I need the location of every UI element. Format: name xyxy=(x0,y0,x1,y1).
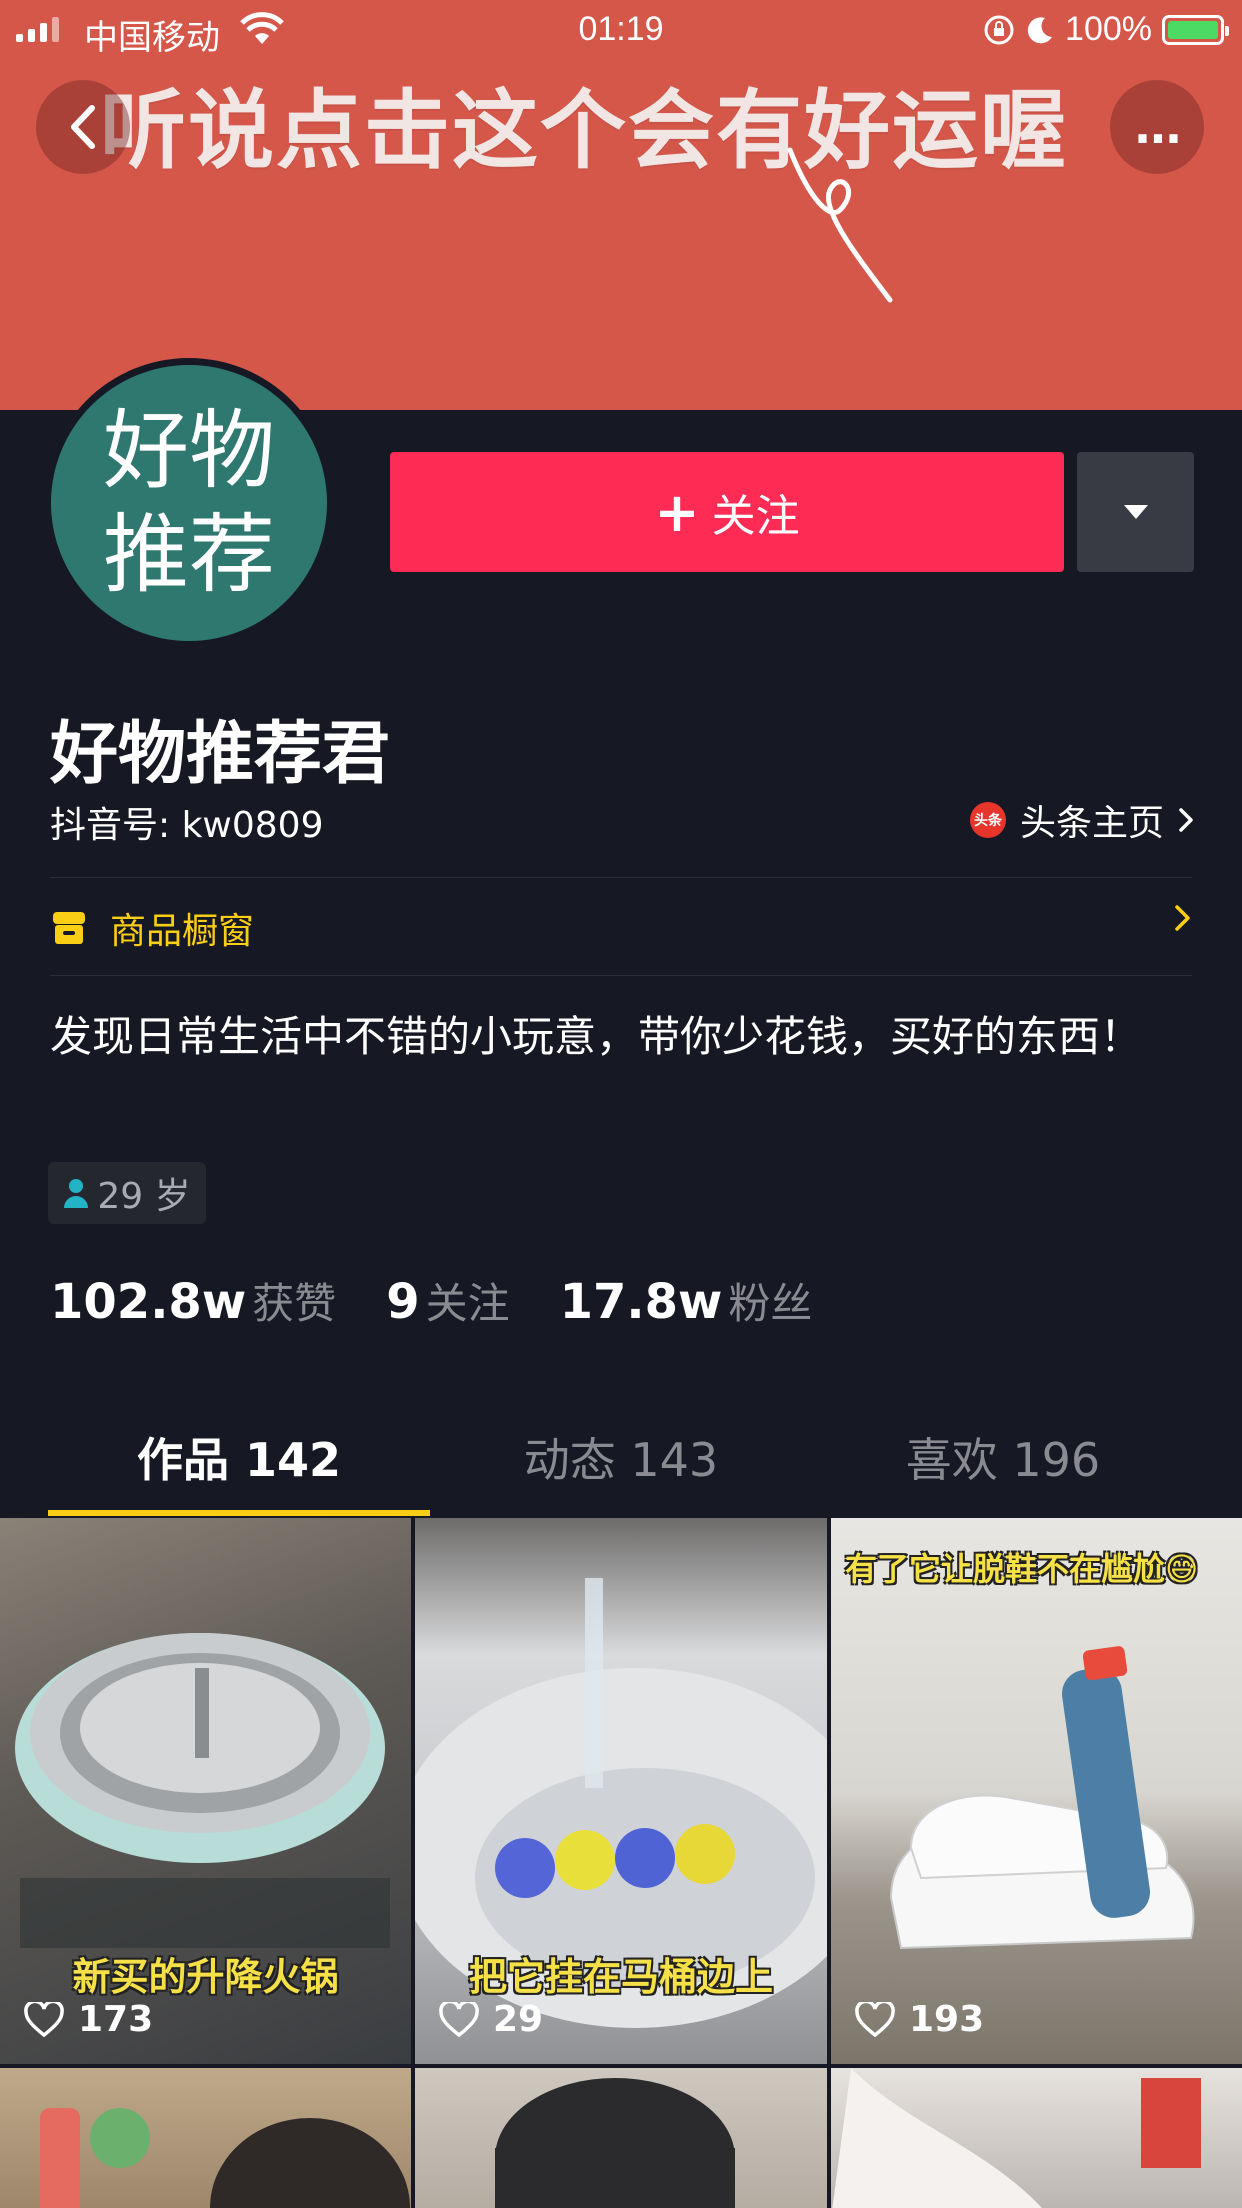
banner-arrow-doodle xyxy=(787,147,893,303)
douyin-id: 抖音号: kw0809 xyxy=(50,805,324,846)
triangle-down-icon xyxy=(1123,505,1148,519)
follow-button[interactable]: + 关注 xyxy=(390,452,1064,572)
video-thumbnail[interactable]: 新买的升降火锅 173 xyxy=(0,1518,411,2064)
heart-icon xyxy=(855,2001,895,2037)
stat-label: 获赞 xyxy=(252,1279,337,1328)
profile-banner[interactable]: 听说点击这个会有好运喔 xyxy=(0,0,1242,410)
heart-icon xyxy=(439,2001,479,2037)
back-button[interactable] xyxy=(36,80,130,174)
moon-icon xyxy=(1027,16,1053,43)
avatar[interactable]: 好物 推荐 xyxy=(44,358,334,648)
likes-count: 29 xyxy=(493,1999,544,2040)
stat-label: 关注 xyxy=(425,1279,510,1328)
video-thumbnail[interactable]: 有了它让脱鞋不在尴尬😅 193 xyxy=(831,1518,1242,2064)
divider xyxy=(50,975,1192,976)
chevron-right-icon xyxy=(1179,808,1193,832)
profile-stats: 102.8w 获赞 9 关注 17.8w 粉丝 xyxy=(50,1270,862,1331)
toutiao-homepage-link[interactable]: 头条 头条主页 xyxy=(969,794,1194,846)
profile-name: 好物推荐君 xyxy=(50,715,391,794)
stat-label: 粉丝 xyxy=(728,1279,813,1328)
profile-bio: 发现日常生活中不错的小玩意，带你少花钱，买好的东西！ xyxy=(50,1012,1143,1061)
rotation-lock-icon xyxy=(984,15,1014,44)
tab-likes[interactable]: 喜欢 196 xyxy=(812,1420,1194,1516)
video-preview-image xyxy=(495,2078,735,2208)
following-stat[interactable]: 9 关注 xyxy=(386,1270,509,1331)
chevron-left-icon xyxy=(71,105,95,149)
shop-label: 商品橱窗 xyxy=(110,911,255,952)
stat-value: 17.8w xyxy=(559,1274,723,1330)
video-thumbnail[interactable]: 把它挂在马桶边上 29 xyxy=(415,1518,827,2064)
toutiao-label: 头条主页 xyxy=(1019,803,1164,844)
stat-value: 102.8w xyxy=(50,1274,247,1330)
video-preview-image xyxy=(832,2068,1201,2208)
tab-activity[interactable]: 动态 143 xyxy=(430,1420,812,1516)
more-button[interactable]: ... xyxy=(1110,80,1204,174)
stat-value: 9 xyxy=(386,1274,420,1330)
profile-tabs: 作品 142 动态 143 喜欢 196 xyxy=(48,1420,1194,1516)
age-label: 29 岁 xyxy=(97,1176,191,1217)
video-caption: 新买的升降火锅 xyxy=(72,1955,339,1999)
likes-stat: 102.8w 获赞 xyxy=(50,1270,336,1331)
video-thumbnail[interactable] xyxy=(831,2068,1242,2208)
divider xyxy=(50,877,1192,878)
avatar-text-line2: 推荐 xyxy=(103,505,275,605)
avatar-text-line1: 好物 xyxy=(103,401,275,501)
plus-icon: + xyxy=(654,480,700,544)
toutiao-logo-icon: 头条 xyxy=(969,802,1006,838)
follow-label: 关注 xyxy=(711,491,800,542)
status-bar: 中国移动 01:19 100% xyxy=(0,0,1242,60)
age-tag: 29 岁 xyxy=(48,1162,206,1224)
likes-count: 193 xyxy=(909,1999,985,2040)
heart-icon xyxy=(24,2001,64,2037)
followers-stat[interactable]: 17.8w 粉丝 xyxy=(560,1270,813,1331)
banner-text: 听说点击这个会有好运喔 xyxy=(100,81,1068,181)
video-likes: 173 xyxy=(24,1999,153,2040)
video-caption: 有了它让脱鞋不在尴尬😅 xyxy=(845,1550,1199,1588)
tab-works[interactable]: 作品 142 xyxy=(48,1420,430,1516)
more-icon: ... xyxy=(1133,100,1182,154)
shoe-spray-image xyxy=(889,1646,1195,1950)
video-thumbnail[interactable] xyxy=(0,2068,411,2208)
likes-count: 173 xyxy=(78,1999,154,2040)
recommend-dropdown-button[interactable] xyxy=(1077,452,1194,572)
battery-percent: 100% xyxy=(1065,10,1152,48)
video-preview-image xyxy=(40,2108,410,2208)
shop-icon xyxy=(53,912,85,944)
person-icon xyxy=(64,1179,89,1208)
video-thumbnail[interactable] xyxy=(415,2068,827,2208)
video-caption: 把它挂在马桶边上 xyxy=(468,1955,773,1999)
chevron-right-icon xyxy=(1175,905,1190,931)
product-showcase-link[interactable]: 商品橱窗 xyxy=(50,898,1192,958)
video-likes: 193 xyxy=(855,1999,984,2040)
battery-icon xyxy=(1162,14,1229,45)
video-likes: 29 xyxy=(439,1999,543,2040)
video-grid: 新买的升降火锅 173 把它挂在马桶边上 29 有了它让脱鞋不在尴尬😅 193 xyxy=(0,1518,1242,2208)
